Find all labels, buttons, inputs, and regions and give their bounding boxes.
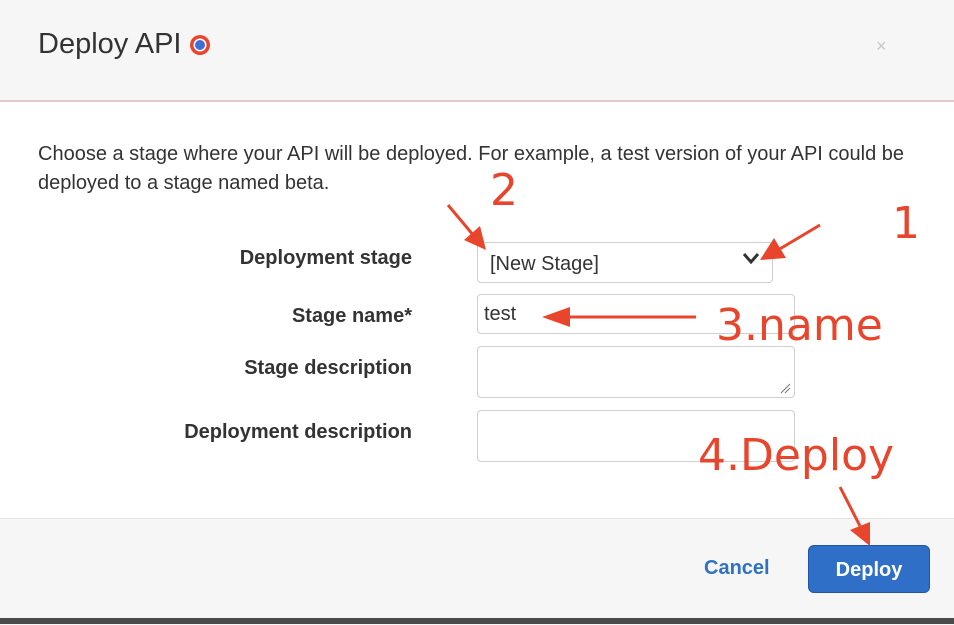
deployment-stage-value: [New Stage] [490,253,599,275]
dialog-description: Choose a stage where your API will be de… [38,143,905,194]
annotation-step-3: 3.name [716,300,883,351]
dialog-header: Deploy API × [0,0,954,102]
stage-name-value: test [484,303,517,325]
deployment-stage-select[interactable]: [New Stage] [477,242,773,283]
resize-handle-icon[interactable] [779,382,791,394]
deployment-description-label: Deployment description [184,421,412,443]
close-icon[interactable]: × [876,36,887,57]
chevron-down-icon [742,253,760,265]
footer-divider [0,618,954,624]
deploy-button[interactable]: Deploy [808,545,930,593]
stage-description-label: Stage description [244,357,412,379]
cancel-button[interactable]: Cancel [704,557,770,580]
deployment-stage-label: Deployment stage [239,247,412,269]
help-circle-icon[interactable] [189,34,211,56]
annotation-step-2: 2 [490,165,518,216]
stage-description-textarea[interactable] [477,346,795,398]
dialog-title: Deploy API [38,28,182,60]
stage-name-label: Stage name* [291,305,412,327]
annotation-step-4: 4.Deploy [698,430,895,481]
annotation-step-1: 1 [892,198,920,249]
